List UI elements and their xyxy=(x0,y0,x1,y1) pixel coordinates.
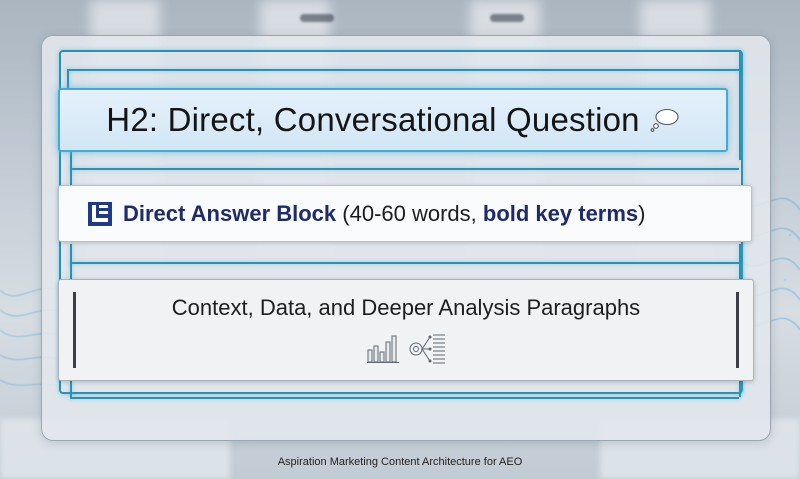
ceiling-lamp xyxy=(300,14,334,22)
connector-line-lower xyxy=(70,262,739,264)
thought-bubble-icon xyxy=(650,108,679,132)
answer-detail-suffix: ) xyxy=(638,200,646,226)
connector-line xyxy=(739,244,741,279)
connector-line xyxy=(70,381,72,397)
connector-line xyxy=(67,69,69,88)
connector-line xyxy=(70,244,72,279)
network-diagram-icon xyxy=(409,334,445,364)
connector-line xyxy=(70,150,72,185)
connector-line xyxy=(739,50,741,160)
context-text: Context, Data, and Deeper Analysis Parag… xyxy=(171,295,641,320)
answer-block-label: Direct Answer Block xyxy=(123,200,337,226)
footer-caption: Aspiration Marketing Content Architectur… xyxy=(277,456,523,468)
direct-answer-block: Direct Answer Block (40-60 words, bold k… xyxy=(58,185,752,242)
context-icons xyxy=(59,332,753,364)
answer-detail-bold: bold key terms xyxy=(482,200,639,226)
h2-question-text: H2: Direct, Conversational Question xyxy=(106,101,640,138)
bar-chart-icon xyxy=(367,335,399,363)
connector-line-mid xyxy=(70,168,739,170)
h2-question-block: H2: Direct, Conversational Question xyxy=(58,88,728,152)
connector-line-top xyxy=(67,69,739,71)
connector-line xyxy=(739,381,741,397)
direct-answer-text: Direct Answer Block (40-60 words, bold k… xyxy=(123,201,646,227)
ceiling-lamp xyxy=(490,14,524,22)
context-block: Context, Data, and Deeper Analysis Parag… xyxy=(58,279,754,381)
answer-block-icon xyxy=(88,201,112,226)
connector-line-bottom xyxy=(70,397,739,399)
answer-detail-prefix: (40-60 words, xyxy=(336,200,483,226)
